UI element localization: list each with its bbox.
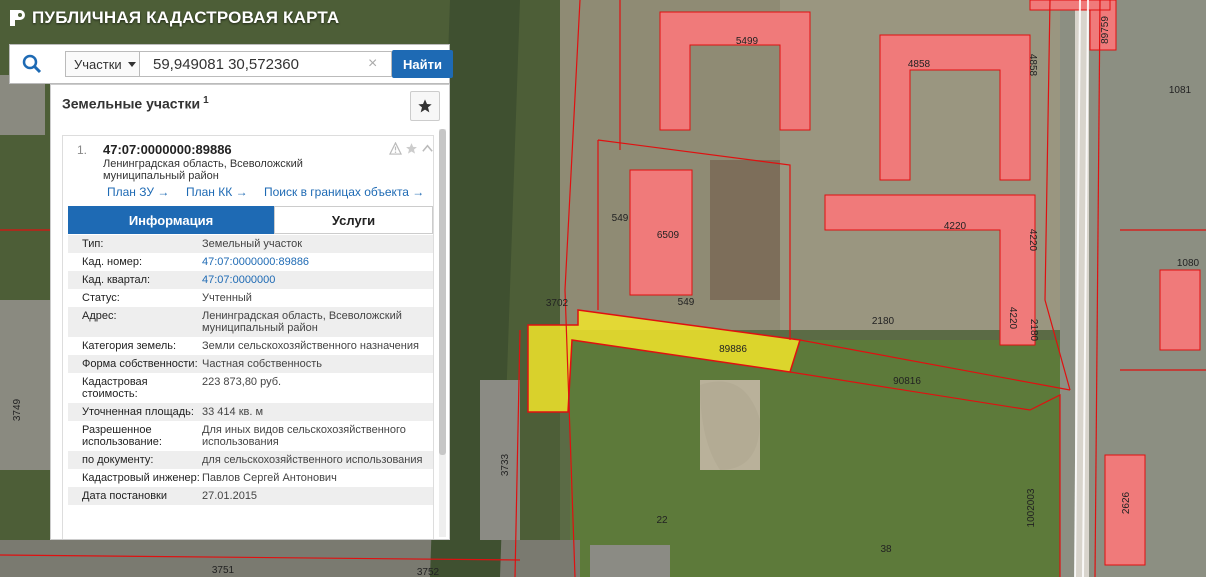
map-label: 5499	[736, 36, 759, 47]
map-label: 4858	[908, 59, 931, 70]
attribute-value: для сельскохозяйственного использования	[202, 454, 423, 466]
attribute-value[interactable]: 47:07:0000000	[202, 274, 432, 286]
attribute-key: Категория земель:	[82, 340, 177, 352]
attribute-key: Статус:	[82, 292, 120, 304]
search-type-label: Участки	[74, 56, 122, 72]
plan-zu-link[interactable]: План ЗУ →	[107, 185, 169, 199]
search-input[interactable]	[140, 51, 392, 77]
panel-scrollbar[interactable]	[439, 129, 446, 537]
chevron-down-icon	[127, 61, 136, 67]
attribute-value: Для иных видов сельскохозяйственного исп…	[202, 424, 406, 448]
attribute-value: Павлов Сергей Антонович	[202, 472, 337, 484]
attribute-row: Кад. номер: 47:07:0000000:89886	[68, 253, 433, 271]
map-label: 2180	[1028, 319, 1039, 342]
attribute-row: Статус: Учтенный	[68, 289, 433, 307]
tab-information[interactable]: Информация	[68, 206, 274, 234]
search-icon[interactable]	[10, 45, 54, 83]
app-title: ПУБЛИЧНАЯ КАДАСТРОВАЯ КАРТА	[32, 8, 340, 27]
result-index: 1.	[77, 143, 88, 157]
attribute-value: Ленинградская область, Всеволожский муни…	[202, 310, 402, 334]
result-actions	[389, 142, 434, 155]
results-panel: Земельные участки 1 1. 47:07:0000000:8988…	[50, 84, 450, 540]
attribute-value: Учтенный	[202, 292, 252, 304]
map-label: 3749	[12, 398, 23, 421]
tab-services[interactable]: Услуги	[274, 206, 433, 234]
attribute-value: Земельный участок	[202, 238, 303, 250]
attribute-value[interactable]: 47:07:0000000:89886	[202, 256, 432, 268]
attribute-row: Тип: Земельный участок	[68, 235, 433, 253]
clear-icon[interactable]: ×	[368, 56, 377, 72]
map-label: 2180	[872, 316, 895, 327]
attribute-key: Кадастровая стоимость:	[82, 376, 148, 400]
attribute-value: 223 873,80 руб.	[202, 376, 282, 388]
chevron-up-icon[interactable]	[421, 142, 434, 155]
attribute-key: Кад. номер:	[82, 256, 143, 268]
map-label: 38	[880, 544, 892, 555]
warning-icon[interactable]	[389, 142, 402, 155]
map-label: 1002003	[1026, 488, 1037, 527]
attribute-key: Форма собственности:	[82, 358, 198, 370]
attribute-key: Адрес:	[82, 310, 117, 322]
map-label: 3752	[417, 567, 440, 577]
map-label: 3702	[546, 298, 569, 309]
attribute-value: Земли сельскохозяйственного назначения	[202, 340, 419, 352]
attribute-key: Кадастровый инженер:	[82, 472, 200, 484]
find-button[interactable]: Найти	[392, 50, 453, 78]
result-address: Ленинградская область, Всеволожский муни…	[103, 158, 303, 182]
map-label: 3733	[500, 453, 511, 476]
attribute-row: Адрес: Ленинградская область, Всеволожски…	[68, 307, 433, 337]
attribute-key: Дата постановки	[82, 490, 168, 502]
map-label: 1081	[1169, 85, 1192, 96]
attribute-row: Кад. квартал: 47:07:0000000	[68, 271, 433, 289]
map-label: 4858	[1027, 54, 1038, 77]
map-label: 2626	[1121, 491, 1132, 514]
search-bounds-link[interactable]: Поиск в границах объекта →	[264, 185, 424, 199]
results-count: 1	[203, 95, 209, 106]
attribute-row: Уточненная площадь: 33 414 кв. м	[68, 403, 433, 421]
result-cad-number[interactable]: 47:07:0000000:89886	[103, 142, 232, 157]
search-bar: Участки × Найти	[9, 44, 453, 84]
attribute-value: 33 414 кв. м	[202, 406, 264, 418]
map-label: 6509	[657, 230, 680, 241]
attribute-row: Разрешенное использование: Для иных видов…	[68, 421, 433, 451]
attribute-key: Тип:	[82, 238, 104, 250]
map-label: 4220	[1007, 307, 1018, 330]
attribute-row: Категория земель: Земли сельскохозяйствен…	[68, 337, 433, 355]
map-label: 90816	[893, 376, 921, 387]
map-label: 549	[678, 297, 695, 308]
attribute-value: Частная собственность	[202, 358, 323, 370]
app-header: ПУБЛИЧНАЯ КАДАСТРОВАЯ КАРТА	[8, 8, 339, 28]
map-label: 89759	[1100, 16, 1111, 44]
map-label: 1080	[1177, 258, 1200, 269]
attribute-key: Кад. квартал:	[82, 274, 151, 286]
attribute-row: Кадастровая стоимость: 223 873,80 руб.	[68, 373, 433, 403]
star-icon	[418, 99, 432, 113]
attribute-key: Разрешенное использование:	[82, 424, 162, 448]
scrollbar-thumb[interactable]	[439, 129, 446, 455]
result-card: 1. 47:07:0000000:89886 Ленинградская обл…	[62, 135, 434, 539]
attribute-row: Дата постановки 27.01.2015	[68, 487, 433, 505]
attribute-row: Форма собственности: Частная собственност…	[68, 355, 433, 373]
map-label: 22	[656, 515, 668, 526]
attribute-key: Уточненная площадь:	[82, 406, 194, 418]
attribute-row: Кадастровый инженер: Павлов Сергей Антоно…	[68, 469, 433, 487]
attributes-table: Тип: Земельный участок Кад. номер: 47:07:00…	[68, 235, 433, 505]
map-label: 4220	[1027, 229, 1038, 252]
favorite-button[interactable]	[410, 91, 440, 121]
map-label: 3751	[212, 565, 235, 576]
result-tabs: Информация Услуги	[68, 206, 434, 234]
map-label: 89886	[719, 344, 747, 355]
star-outline-icon[interactable]	[405, 142, 418, 155]
attribute-row: по документу: для сельскохозяйственного и…	[68, 451, 433, 469]
pkk-logo-icon	[10, 10, 25, 26]
map-label: 4220	[944, 221, 967, 232]
attribute-value: 27.01.2015	[202, 490, 258, 502]
search-type-select[interactable]: Участки	[65, 51, 140, 77]
map-label: 549	[612, 213, 629, 224]
panel-title-text: Земельные участки	[62, 95, 201, 112]
plan-kk-link[interactable]: План КК →	[186, 185, 248, 199]
panel-title: Земельные участки 1	[62, 95, 209, 112]
attribute-key: по документу:	[82, 454, 154, 466]
